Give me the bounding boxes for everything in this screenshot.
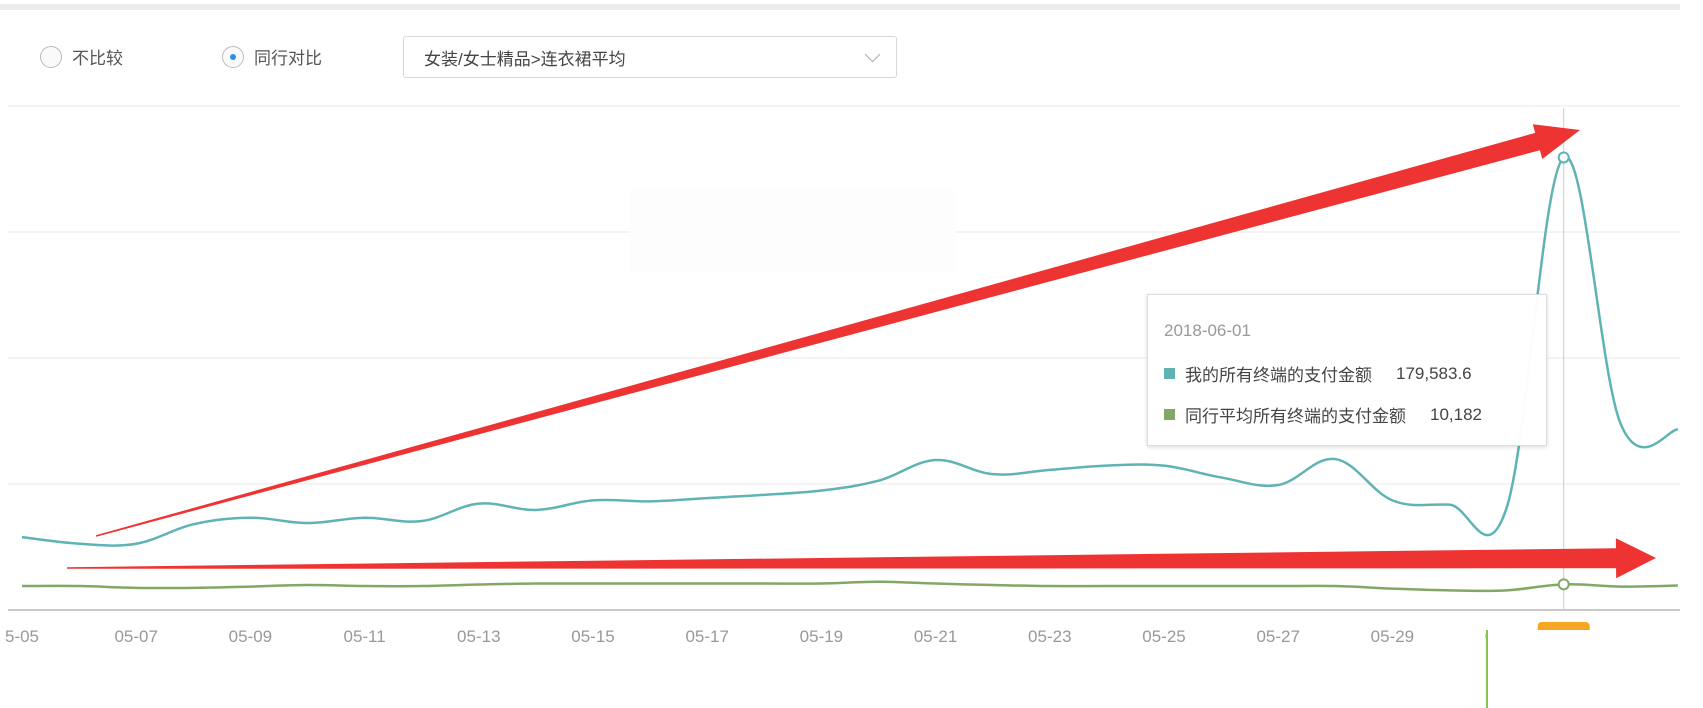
x-tick-label: 05-13 xyxy=(457,627,500,646)
tooltip-series-label: 同行平均所有终端的支付金额 xyxy=(1185,407,1406,426)
tooltip-series-value: 10,182 xyxy=(1430,404,1482,424)
x-tick-label: 05-15 xyxy=(571,627,614,646)
x-tick-label: 5-05 xyxy=(5,627,39,646)
tooltip-series-label: 我的所有终端的支付金额 xyxy=(1185,366,1372,385)
x-tick-label: 05-23 xyxy=(1028,627,1071,646)
legend-swatch-icon xyxy=(1164,409,1175,420)
trend-arrow-flat xyxy=(66,538,1656,579)
x-tick-label: 05-29 xyxy=(1371,627,1414,646)
tooltip-row: 同行平均所有终端的支付金额 10,182 xyxy=(1164,402,1530,427)
data-point xyxy=(1557,578,1570,591)
cover-panel xyxy=(1486,630,1703,708)
x-tick-label: 05-09 xyxy=(229,627,272,646)
x-tick-label: 05-25 xyxy=(1142,627,1185,646)
tooltip-series-value: 179,583.6 xyxy=(1396,363,1472,383)
data-point xyxy=(1557,151,1570,164)
tooltip-row: 我的所有终端的支付金额 179,583.6 xyxy=(1164,361,1530,386)
chart-tooltip: 2018-06-01 我的所有终端的支付金额 179,583.6 同行平均所有终… xyxy=(1147,294,1547,446)
x-tick-label: 05-19 xyxy=(800,627,843,646)
x-tick-label: 05-17 xyxy=(685,627,728,646)
tooltip-date: 2018-06-01 xyxy=(1164,321,1251,340)
x-tick-label: 05-21 xyxy=(914,627,957,646)
x-tick-label: 05-11 xyxy=(343,627,385,646)
x-tick-label: 05-27 xyxy=(1256,627,1299,646)
redacted-area xyxy=(630,190,956,272)
series-line-2 xyxy=(21,580,1678,593)
x-tick-label: 05-07 xyxy=(114,627,157,646)
legend-swatch-icon xyxy=(1164,368,1175,379)
